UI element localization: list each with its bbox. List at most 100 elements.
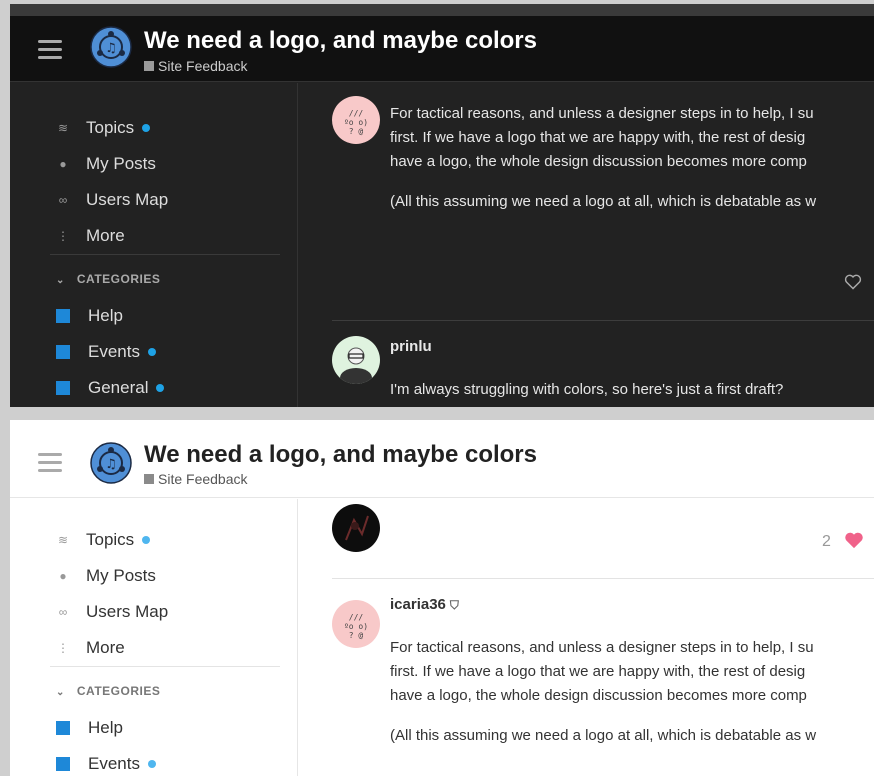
site-logo[interactable]: ♫: [90, 442, 132, 484]
sidebar-item-label: My Posts: [86, 566, 156, 585]
vertical-ellipsis-icon: ⋮: [57, 641, 69, 655]
post-text-line: first. If we have a logo that we are hap…: [390, 129, 806, 146]
avatar[interactable]: /// ºo o) ? @: [332, 96, 380, 144]
sidebar-item-label: Users Map: [86, 190, 169, 209]
unread-dot: [142, 536, 151, 544]
category-label: Help: [88, 306, 123, 325]
category-breadcrumb[interactable]: Site Feedback: [144, 471, 248, 487]
post-text-line: I'm always struggling with colors, so he…: [390, 381, 784, 398]
post-divider: [332, 578, 874, 579]
post-username[interactable]: icaria36 ⛉: [390, 596, 459, 613]
post-text-line: first. If we have a logo that we are hap…: [390, 663, 806, 680]
avatar[interactable]: /// ºo o) ? @: [332, 600, 380, 648]
post-text-line: (All this assuming we need a logo at all…: [390, 727, 817, 744]
category-label: Site Feedback: [158, 471, 248, 487]
category-color-square: [56, 757, 70, 771]
category-color-square: [56, 345, 70, 359]
post-text-line: For tactical reasons, and unless a desig…: [390, 105, 814, 122]
category-label: Help: [88, 718, 123, 737]
svg-text:ºo o): ºo o): [344, 622, 368, 631]
category-color-square: [56, 721, 70, 735]
site-logo[interactable]: ♫: [90, 26, 132, 68]
like-count: 2: [822, 533, 831, 550]
sidebar: ≋ Topics ● My Posts ∞ Users Map ⋮ More ⌄ CATE…: [10, 499, 298, 776]
avatar[interactable]: [332, 504, 380, 552]
post-text-line: have a logo, the whole design discussion…: [390, 687, 807, 704]
category-square-icon: [144, 474, 154, 484]
avatar[interactable]: [332, 336, 380, 384]
sidebar-item-label: My Posts: [86, 154, 156, 173]
unread-dot: [147, 348, 156, 356]
sidebar-item-label: Users Map: [86, 602, 169, 621]
svg-text:///: ///: [349, 613, 364, 622]
layers-icon: ≋: [57, 121, 69, 135]
dark-theme-preview: ♫ We need a logo, and maybe colors Site …: [10, 4, 874, 407]
hamburger-menu-icon[interactable]: [38, 40, 64, 60]
svg-text:///: ///: [349, 109, 364, 118]
sidebar-category-help[interactable]: Help: [54, 304, 123, 328]
sidebar: ≋ Topics ● My Posts ∞ Users Map ⋮ More ⌄ CATE…: [10, 83, 298, 407]
categories-heading[interactable]: ⌄ CATEGORIES: [56, 684, 160, 698]
category-label: General: [88, 378, 149, 397]
sidebar-category-events[interactable]: Events: [54, 752, 156, 776]
category-label: Site Feedback: [158, 58, 248, 74]
svg-text:ºo o): ºo o): [344, 118, 368, 127]
svg-text:? @: ? @: [349, 127, 364, 136]
sidebar-item-label: Topics: [86, 530, 135, 549]
unread-dot: [142, 124, 151, 132]
sidebar-item-users-map[interactable]: ∞ Users Map: [54, 188, 168, 212]
topic-title[interactable]: We need a logo, and maybe colors: [144, 27, 537, 55]
sidebar-item-label: More: [86, 226, 125, 245]
window-top-strip: [10, 4, 874, 16]
topic-title[interactable]: We need a logo, and maybe colors: [144, 441, 537, 469]
topic-header: ♫ We need a logo, and maybe colors Site …: [10, 16, 874, 82]
post-divider: [332, 320, 874, 321]
like-heart-outline-icon[interactable]: [844, 274, 862, 290]
sidebar-item-my-posts[interactable]: ● My Posts: [54, 564, 156, 588]
topic-header: ♫ We need a logo, and maybe colors Site …: [10, 430, 874, 498]
category-label: Events: [88, 342, 140, 361]
category-square-icon: [144, 61, 154, 71]
chevron-down-icon: ⌄: [56, 275, 65, 286]
heart-icon[interactable]: [844, 531, 864, 549]
link-icon: ∞: [58, 193, 68, 207]
post-text-line: (All this assuming we need a logo at all…: [390, 193, 817, 210]
sidebar-category-general[interactable]: General: [54, 376, 165, 400]
category-label: Events: [88, 754, 140, 773]
sidebar-item-more[interactable]: ⋮ More: [54, 636, 125, 660]
post-stream: /// ºo o) ? @ For tactical reasons, and …: [332, 96, 874, 407]
post-text-line: have a logo, the whole design discussion…: [390, 153, 807, 170]
categories-heading[interactable]: ⌄ CATEGORIES: [56, 272, 160, 286]
sidebar-category-help[interactable]: Help: [54, 716, 123, 740]
sidebar-item-users-map[interactable]: ∞ Users Map: [54, 600, 168, 624]
post-text-line: For tactical reasons, and unless a desig…: [390, 639, 814, 656]
unread-dot: [147, 760, 156, 768]
user-icon: ●: [59, 569, 67, 583]
chevron-down-icon: ⌄: [56, 687, 65, 698]
category-color-square: [56, 381, 70, 395]
svg-text:♫: ♫: [105, 41, 117, 56]
sidebar-item-my-posts[interactable]: ● My Posts: [54, 152, 156, 176]
svg-text:♫: ♫: [105, 457, 117, 472]
light-theme-preview: ♫ We need a logo, and maybe colors Site …: [10, 420, 874, 776]
layers-icon: ≋: [57, 533, 69, 547]
hamburger-menu-icon[interactable]: [38, 453, 64, 473]
sidebar-divider: [50, 254, 280, 255]
sidebar-divider: [50, 666, 280, 667]
shield-icon: ⛉: [449, 598, 459, 612]
sidebar-item-label: More: [86, 638, 125, 657]
sidebar-category-events[interactable]: Events: [54, 340, 156, 364]
post-stream: 2 /// ºo o) ? @ icaria36 ⛉ For tactical r…: [332, 504, 874, 776]
sidebar-item-label: Topics: [86, 118, 135, 137]
sidebar-item-more[interactable]: ⋮ More: [54, 224, 125, 248]
unread-dot: [156, 384, 165, 392]
sidebar-item-topics[interactable]: ≋ Topics: [54, 116, 151, 140]
vertical-ellipsis-icon: ⋮: [57, 229, 69, 243]
category-breadcrumb[interactable]: Site Feedback: [144, 58, 248, 74]
category-color-square: [56, 309, 70, 323]
link-icon: ∞: [58, 605, 68, 619]
svg-text:? @: ? @: [349, 631, 364, 640]
sidebar-item-topics[interactable]: ≋ Topics: [54, 528, 151, 552]
user-icon: ●: [59, 157, 67, 171]
post-username[interactable]: prinlu: [390, 338, 432, 355]
